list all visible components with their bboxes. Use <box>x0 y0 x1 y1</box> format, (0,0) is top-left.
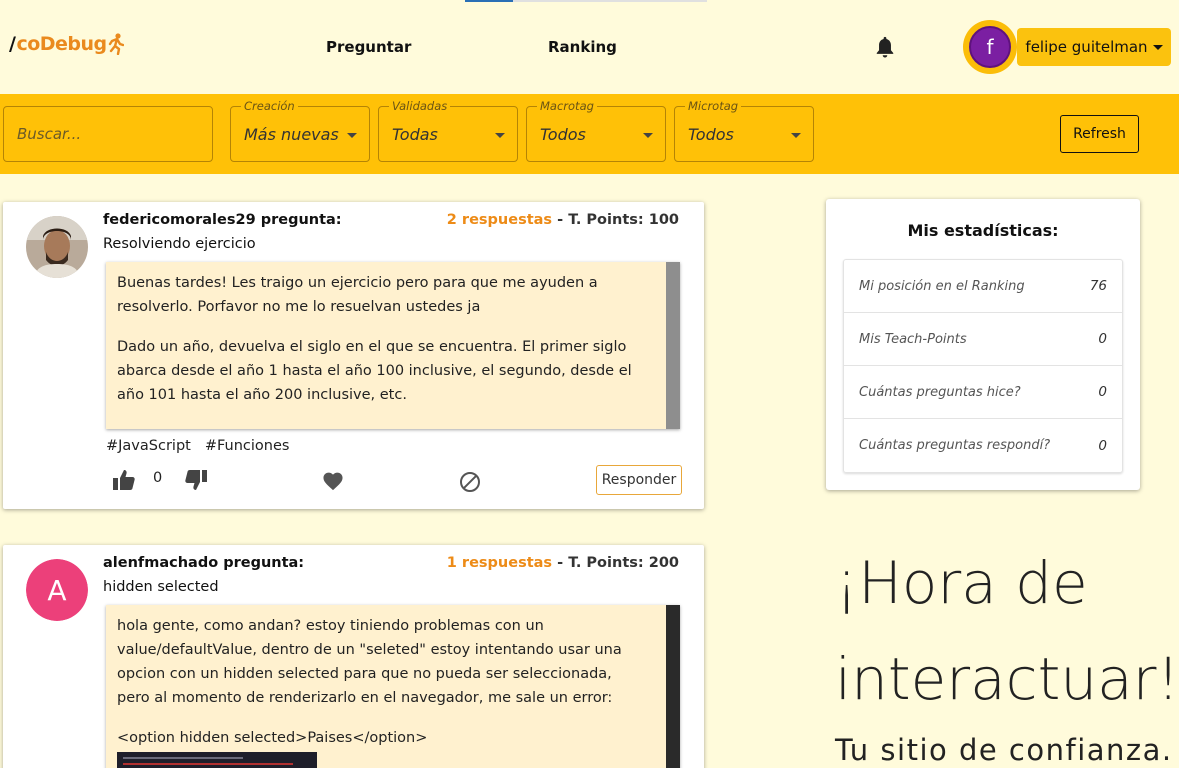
stat-row: Cuántas preguntas hice? 0 <box>844 366 1122 419</box>
select-label: Macrotag <box>537 99 597 113</box>
question-card: federicomorales29 pregunta: Resolviendo … <box>3 202 704 509</box>
user-avatar[interactable]: A <box>26 559 88 621</box>
body-paragraph: Buenas tardes! Les traigo un ejercicio p… <box>117 275 598 315</box>
stat-label: Cuántas preguntas hice? <box>859 384 1021 400</box>
dropdown-arrow-icon <box>791 133 801 138</box>
select-value: Todos <box>688 125 734 144</box>
question-title[interactable]: hidden selected <box>103 579 219 595</box>
question-body: Buenas tardes! Les traigo un ejercicio p… <box>106 262 680 429</box>
body-paragraph: hola gente, como andan? estoy tiniendo p… <box>117 618 622 706</box>
runner-icon <box>108 33 124 55</box>
teach-points: T. Points: 100 <box>568 212 679 228</box>
select-creacion[interactable]: Creación Más nuevas <box>230 99 370 162</box>
search-input[interactable] <box>4 107 212 161</box>
question-meta: 2 respuestas - T. Points: 100 <box>447 212 679 228</box>
hero-line-2: interactuar! <box>835 645 1179 713</box>
meta-separator: - <box>552 212 569 228</box>
select-value: Todas <box>392 125 438 144</box>
caret-down-icon <box>1152 44 1163 50</box>
stat-value: 0 <box>1098 437 1107 454</box>
nav-preguntar[interactable]: Preguntar <box>326 38 411 56</box>
select-microtag[interactable]: Microtag Todos <box>674 99 814 162</box>
bell-icon[interactable] <box>874 35 896 59</box>
search-field <box>3 106 213 162</box>
tag[interactable]: #JavaScript <box>106 438 191 454</box>
thumbs-up-icon[interactable] <box>112 469 136 491</box>
question-title[interactable]: Resolviendo ejercicio <box>103 236 256 252</box>
tag-list: #JavaScript #Funciones <box>106 438 289 454</box>
answers-count[interactable]: 2 respuestas <box>447 212 552 228</box>
logo[interactable]: / coDebug <box>9 33 124 55</box>
question-author[interactable]: alenfmachado pregunta: <box>103 555 304 571</box>
heart-icon[interactable] <box>322 471 344 491</box>
select-value: Todos <box>540 125 586 144</box>
nav-ranking[interactable]: Ranking <box>548 38 617 56</box>
filter-bar: Creación Más nuevas Validadas Todas Macr… <box>0 94 1179 174</box>
select-validadas[interactable]: Validadas Todas <box>378 99 518 162</box>
user-name: felipe guitelman <box>1025 38 1148 56</box>
stat-value: 0 <box>1098 331 1107 347</box>
hero-heading: ¡Hora de interactuar! <box>835 535 1179 727</box>
stat-row: Mis Teach-Points 0 <box>844 313 1122 366</box>
dropdown-arrow-icon <box>495 133 505 138</box>
stats-title: Mis estadísticas: <box>907 221 1059 240</box>
question-meta: 1 respuestas - T. Points: 200 <box>447 555 679 571</box>
thumbs-down-icon[interactable] <box>184 469 208 491</box>
refresh-button[interactable]: Refresh <box>1060 115 1139 153</box>
stats-panel: Mis estadísticas: Mi posición en el Rank… <box>826 199 1140 490</box>
select-label: Validadas <box>389 99 451 113</box>
stat-value: 0 <box>1098 384 1107 400</box>
stat-label: Mis Teach-Points <box>859 331 967 347</box>
answers-count[interactable]: 1 respuestas <box>447 555 552 571</box>
question-card: A alenfmachado pregunta: hidden selected… <box>3 545 704 768</box>
dropdown-arrow-icon <box>347 133 357 138</box>
scrollbar[interactable] <box>666 262 680 429</box>
select-label: Creación <box>241 99 298 113</box>
stat-label: Mi posición en el Ranking <box>859 278 1025 294</box>
error-screenshot[interactable] <box>117 752 317 768</box>
select-macrotag[interactable]: Macrotag Todos <box>526 99 666 162</box>
question-body: hola gente, como andan? estoy tiniendo p… <box>106 605 680 768</box>
body-paragraph: Dado un año, devuelva el siglo en el que… <box>117 339 632 403</box>
scrollbar[interactable] <box>666 605 680 768</box>
header: / coDebug Preguntar Ranking f felipe gui… <box>0 0 1179 94</box>
stats-list: Mi posición en el Ranking 76 Mis Teach-P… <box>843 259 1123 473</box>
tag[interactable]: #Funciones <box>205 438 290 454</box>
block-icon[interactable] <box>459 471 481 493</box>
stat-label: Cuántas preguntas respondí? <box>859 438 1051 453</box>
avatar[interactable]: f <box>963 20 1017 74</box>
respond-button[interactable]: Responder <box>596 465 682 495</box>
meta-separator: - <box>552 555 569 571</box>
stat-row: Mi posición en el Ranking 76 <box>844 260 1122 313</box>
hero-tagline: Tu sitio de confianza. <box>835 733 1173 767</box>
select-value: Más nuevas <box>244 125 339 144</box>
stat-value: 76 <box>1089 278 1107 294</box>
hero-line-1: ¡Hora de <box>835 549 1088 617</box>
teach-points: T. Points: 200 <box>568 555 679 571</box>
likes-count: 0 <box>153 470 163 486</box>
user-menu-button[interactable]: felipe guitelman <box>1017 28 1171 66</box>
user-photo[interactable] <box>26 216 88 278</box>
body-paragraph: <option hidden selected>Paises</option> <box>117 730 428 746</box>
stat-row: Cuántas preguntas respondí? 0 <box>844 419 1122 472</box>
question-author[interactable]: federicomorales29 pregunta: <box>103 212 342 228</box>
select-label: Microtag <box>685 99 742 113</box>
dropdown-arrow-icon <box>643 133 653 138</box>
question-actions: 0 Responder <box>106 465 682 497</box>
